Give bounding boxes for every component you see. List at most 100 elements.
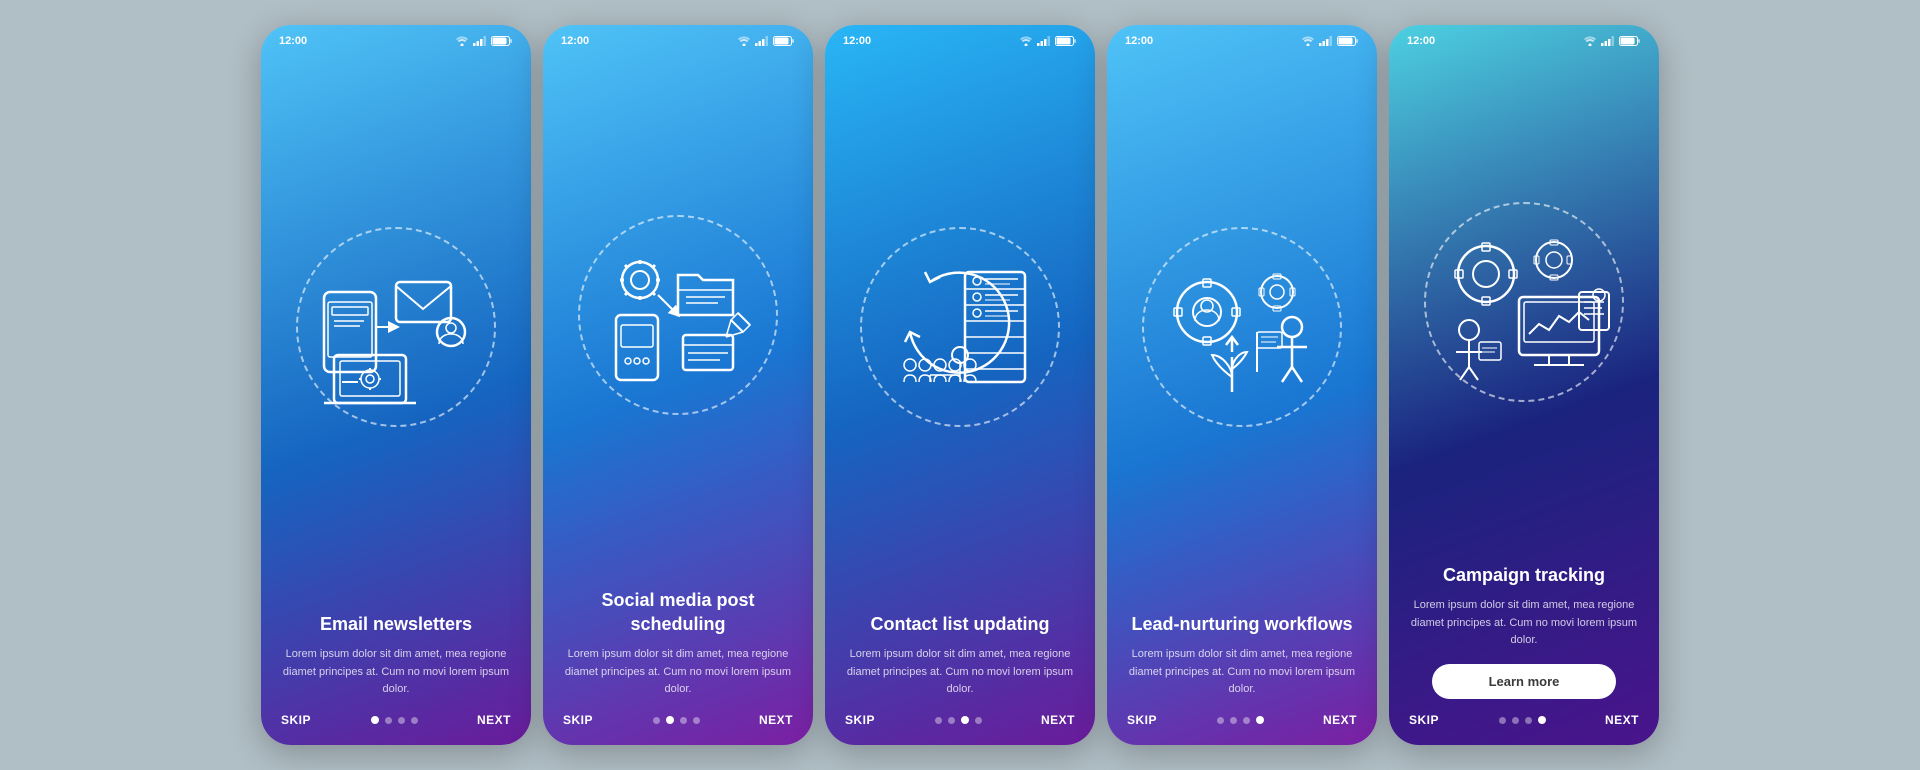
phone-screen-2: 12:00	[543, 25, 813, 745]
nav-area-1: SKIP NEXT	[261, 699, 531, 745]
dot-5-2[interactable]	[1525, 717, 1532, 724]
status-icons-3	[1019, 36, 1077, 46]
nav-area-4: SKIP NEXT	[1107, 699, 1377, 745]
status-icons-1	[455, 36, 513, 46]
screens-container: 12:00	[261, 25, 1659, 745]
time-5: 12:00	[1407, 35, 1435, 47]
dashed-circle-5	[1424, 202, 1624, 402]
icon-area-3	[825, 51, 1095, 603]
screen-title-1: Email newsletters	[281, 613, 511, 636]
dot-4-3[interactable]	[1256, 716, 1264, 724]
dots-5	[1499, 716, 1546, 724]
next-button-3[interactable]: NEXT	[1041, 713, 1075, 727]
dot-3-0[interactable]	[935, 717, 942, 724]
dot-1-0[interactable]	[371, 716, 379, 724]
dot-1-2[interactable]	[398, 717, 405, 724]
dot-2-0[interactable]	[653, 717, 660, 724]
phone-screen-1: 12:00	[261, 25, 531, 745]
dot-5-3[interactable]	[1538, 716, 1546, 724]
signal-icon-4	[1319, 36, 1333, 46]
battery-icon	[491, 36, 513, 46]
next-button-1[interactable]: NEXT	[477, 713, 511, 727]
dashed-circle-4	[1142, 227, 1342, 427]
dot-3-3[interactable]	[975, 717, 982, 724]
battery-icon-5	[1619, 36, 1641, 46]
dot-4-0[interactable]	[1217, 717, 1224, 724]
screen-title-3: Contact list updating	[845, 613, 1075, 636]
dot-4-1[interactable]	[1230, 717, 1237, 724]
learn-more-button[interactable]: Learn more	[1432, 664, 1616, 699]
signal-icon	[473, 36, 487, 46]
lead-nurturing-illustration	[1152, 237, 1332, 417]
icon-area-4	[1107, 51, 1377, 603]
status-icons-2	[737, 36, 795, 46]
dot-2-3[interactable]	[693, 717, 700, 724]
status-icons-4	[1301, 36, 1359, 46]
campaign-tracking-illustration	[1434, 212, 1614, 392]
dots-3	[935, 716, 982, 724]
skip-button-1[interactable]: SKIP	[281, 713, 311, 727]
text-area-3: Contact list updating Lorem ipsum dolor …	[825, 603, 1095, 699]
screen-desc-4: Lorem ipsum dolor sit dim amet, mea regi…	[1127, 646, 1357, 699]
dot-3-1[interactable]	[948, 717, 955, 724]
status-bar-5: 12:00	[1389, 25, 1659, 51]
time-3: 12:00	[843, 35, 871, 47]
phone-screen-4: 12:00	[1107, 25, 1377, 745]
battery-icon-2	[773, 36, 795, 46]
skip-button-5[interactable]: SKIP	[1409, 713, 1439, 727]
time-1: 12:00	[279, 35, 307, 47]
dot-1-1[interactable]	[385, 717, 392, 724]
screen-desc-2: Lorem ipsum dolor sit dim amet, mea regi…	[563, 646, 793, 699]
screen-desc-1: Lorem ipsum dolor sit dim amet, mea regi…	[281, 646, 511, 699]
skip-button-2[interactable]: SKIP	[563, 713, 593, 727]
dot-4-2[interactable]	[1243, 717, 1250, 724]
text-area-5: Campaign tracking Lorem ipsum dolor sit …	[1389, 554, 1659, 699]
nav-area-3: SKIP NEXT	[825, 699, 1095, 745]
status-icons-5	[1583, 36, 1641, 46]
wifi-icon-3	[1019, 36, 1033, 46]
email-illustration	[306, 237, 486, 417]
signal-icon-3	[1037, 36, 1051, 46]
wifi-icon-4	[1301, 36, 1315, 46]
phone-screen-5: 12:00	[1389, 25, 1659, 745]
status-bar-1: 12:00	[261, 25, 531, 51]
time-4: 12:00	[1125, 35, 1153, 47]
battery-icon-4	[1337, 36, 1359, 46]
dot-5-0[interactable]	[1499, 717, 1506, 724]
skip-button-3[interactable]: SKIP	[845, 713, 875, 727]
signal-icon-2	[755, 36, 769, 46]
skip-button-4[interactable]: SKIP	[1127, 713, 1157, 727]
icon-area-1	[261, 51, 531, 603]
next-button-2[interactable]: NEXT	[759, 713, 793, 727]
dot-5-1[interactable]	[1512, 717, 1519, 724]
text-area-1: Email newsletters Lorem ipsum dolor sit …	[261, 603, 531, 699]
dots-4	[1217, 716, 1264, 724]
status-bar-4: 12:00	[1107, 25, 1377, 51]
dot-3-2[interactable]	[961, 716, 969, 724]
icon-area-5	[1389, 51, 1659, 554]
wifi-icon-2	[737, 36, 751, 46]
dashed-circle-2	[578, 215, 778, 415]
screen-title-2: Social media post scheduling	[563, 589, 793, 636]
nav-area-2: SKIP NEXT	[543, 699, 813, 745]
dot-2-1[interactable]	[666, 716, 674, 724]
screen-desc-3: Lorem ipsum dolor sit dim amet, mea regi…	[845, 646, 1075, 699]
dashed-circle-1	[296, 227, 496, 427]
contact-list-illustration	[870, 237, 1050, 417]
status-bar-3: 12:00	[825, 25, 1095, 51]
dot-1-3[interactable]	[411, 717, 418, 724]
phone-screen-3: 12:00	[825, 25, 1095, 745]
text-area-2: Social media post scheduling Lorem ipsum…	[543, 579, 813, 699]
next-button-4[interactable]: NEXT	[1323, 713, 1357, 727]
text-area-4: Lead-nurturing workflows Lorem ipsum dol…	[1107, 603, 1377, 699]
icon-area-2	[543, 51, 813, 579]
wifi-icon	[455, 36, 469, 46]
screen-title-5: Campaign tracking	[1409, 564, 1639, 587]
dot-2-2[interactable]	[680, 717, 687, 724]
social-media-illustration	[588, 225, 768, 405]
next-button-5[interactable]: NEXT	[1605, 713, 1639, 727]
status-bar-2: 12:00	[543, 25, 813, 51]
nav-area-5: SKIP NEXT	[1389, 699, 1659, 745]
battery-icon-3	[1055, 36, 1077, 46]
wifi-icon-5	[1583, 36, 1597, 46]
